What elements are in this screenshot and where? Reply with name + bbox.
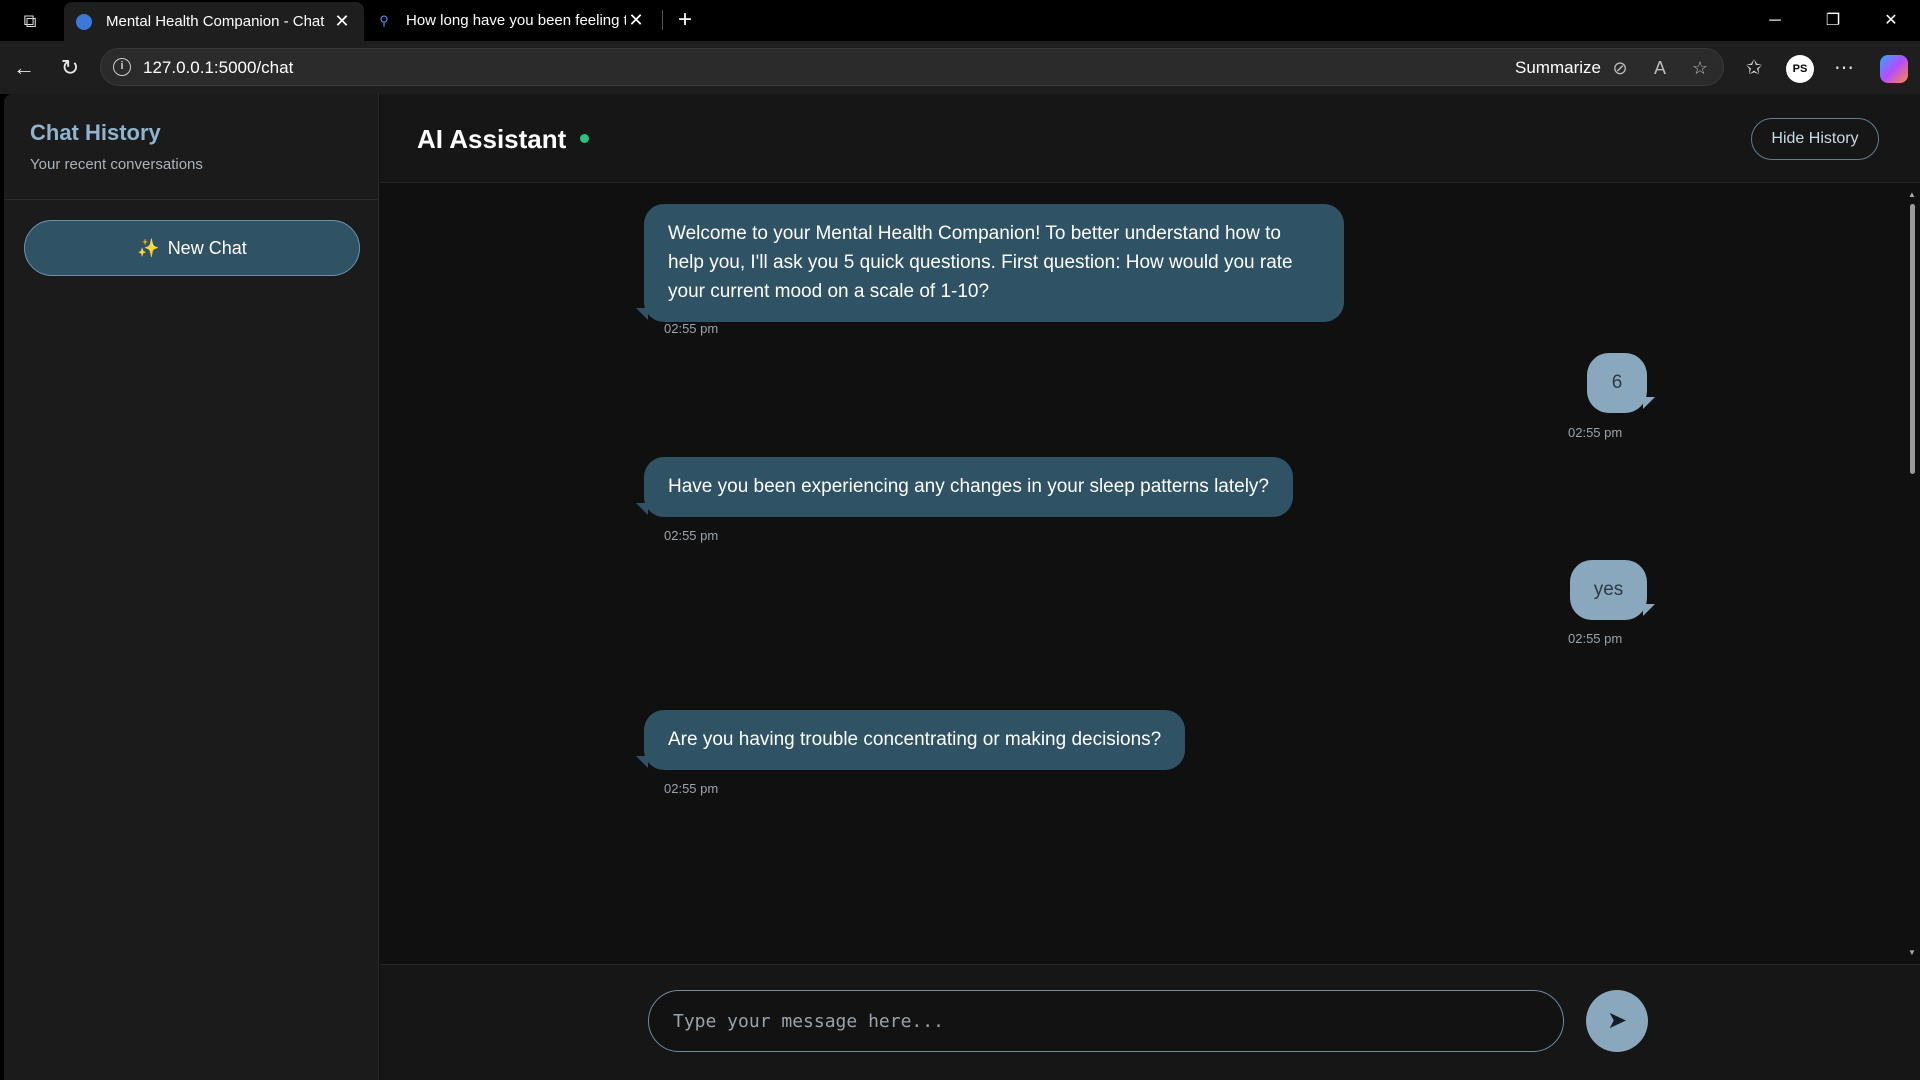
assistant-title: AI Assistant <box>417 124 567 154</box>
minimize-icon[interactable]: ─ <box>1746 0 1804 41</box>
restore-icon[interactable]: ❐ <box>1804 0 1862 41</box>
url-text[interactable]: 127.0.0.1:5000/chat <box>143 58 293 78</box>
site-favicon-icon <box>76 13 92 30</box>
refresh-icon[interactable]: ↻ <box>54 52 86 84</box>
close-tab-icon[interactable]: ✕ <box>332 11 352 32</box>
new-chat-label: New Chat <box>167 237 247 258</box>
summarize-button[interactable]: Summarize <box>1515 58 1601 78</box>
message-list[interactable]: Welcome to your Mental Health Companion!… <box>380 183 1920 1053</box>
site-info-icon[interactable]: i <box>113 58 131 76</box>
message-timestamp: 02:55 pm <box>1568 425 1623 440</box>
chat-header: AI Assistant Hide History <box>380 94 1920 183</box>
chat-history-sidebar: Chat History Your recent conversations ✨… <box>4 94 379 1080</box>
read-aloud-icon[interactable]: A <box>1647 55 1673 81</box>
scroll-down-icon[interactable]: ▼ <box>1908 948 1916 957</box>
scroll-thumb[interactable] <box>1910 204 1915 474</box>
user-message-bubble: 6 <box>1587 353 1655 413</box>
message-line: help you, I'll ask you 5 quick questions… <box>668 252 1293 273</box>
ai-message-bubble: Welcome to your Mental Health Companion!… <box>644 204 1344 322</box>
ai-message-bubble: Are you having trouble concentrating or … <box>644 710 1186 770</box>
profile-avatar[interactable]: PS <box>1786 55 1814 83</box>
tab-label: How long have you been feeling t <box>406 12 626 29</box>
user-message-bubble: yes <box>1570 560 1655 620</box>
search-icon: ⚲ <box>379 12 389 28</box>
message-line: Welcome to your Mental Health Companion!… <box>668 223 1281 244</box>
favorites-icon[interactable]: ✩ <box>1738 52 1770 84</box>
sidebar-subtitle: Your recent conversations <box>30 156 203 173</box>
sidebar-header: Chat History Your recent conversations <box>4 94 379 200</box>
close-tab-icon[interactable]: ✕ <box>626 10 646 31</box>
message-line: Have you been experiencing any changes i… <box>668 476 1269 497</box>
browser-tab-bar: ⧉ Mental Health Companion - Chat ✕ ⚲ How… <box>0 0 1920 41</box>
message-timestamp: 02:55 pm <box>664 781 719 796</box>
app-window: Chat History Your recent conversations ✨… <box>4 94 1920 1080</box>
message-timestamp: 02:55 pm <box>1568 631 1623 646</box>
message-composer: ➤ <box>380 964 1920 1080</box>
favorite-star-icon[interactable]: ☆ <box>1687 55 1713 81</box>
hide-history-button[interactable]: Hide History <box>1751 118 1879 160</box>
back-icon[interactable]: ← <box>8 52 40 84</box>
message-scrollbar[interactable]: ▲ ▼ <box>1907 190 1917 960</box>
workspaces-icon[interactable]: ⧉ <box>18 9 42 33</box>
new-tab-icon[interactable]: + <box>670 4 700 36</box>
tab-label: Mental Health Companion - Chat <box>106 13 325 30</box>
message-timestamp: 02:55 pm <box>664 321 719 336</box>
send-button[interactable]: ➤ <box>1586 990 1648 1052</box>
message-input[interactable] <box>648 990 1564 1052</box>
sidebar-title: Chat History <box>30 120 161 145</box>
ai-message-bubble: Have you been experiencing any changes i… <box>644 457 1293 517</box>
address-bar[interactable]: i 127.0.0.1:5000/chat Summarize ⊘ A ☆ <box>100 48 1724 86</box>
browser-toolbar: ← ↻ i 127.0.0.1:5000/chat Summarize ⊘ A … <box>0 41 1920 94</box>
scroll-up-icon[interactable]: ▲ <box>1908 190 1916 199</box>
close-window-icon[interactable]: ✕ <box>1862 0 1920 41</box>
copilot-icon[interactable] <box>1880 55 1908 83</box>
online-status-dot <box>580 134 589 143</box>
tab-divider <box>662 10 663 30</box>
message-line: your current mood on a scale of 1-10? <box>668 281 990 302</box>
sparkles-icon: ✨ <box>137 237 160 258</box>
message-line: Are you having trouble concentrating or … <box>668 729 1162 750</box>
tab-search[interactable]: ⚲ How long have you been feeling t ✕ <box>364 0 658 41</box>
copilot-summarize-icon[interactable]: ⊘ <box>1607 55 1633 81</box>
chat-main: AI Assistant Hide History Welcome to you… <box>380 94 1920 1080</box>
tab-mental-health-chat[interactable]: Mental Health Companion - Chat ✕ <box>64 2 364 41</box>
message-timestamp: 02:55 pm <box>664 528 719 543</box>
more-options-icon[interactable]: ⋯ <box>1828 52 1860 84</box>
new-chat-button[interactable]: ✨ New Chat <box>24 220 360 276</box>
